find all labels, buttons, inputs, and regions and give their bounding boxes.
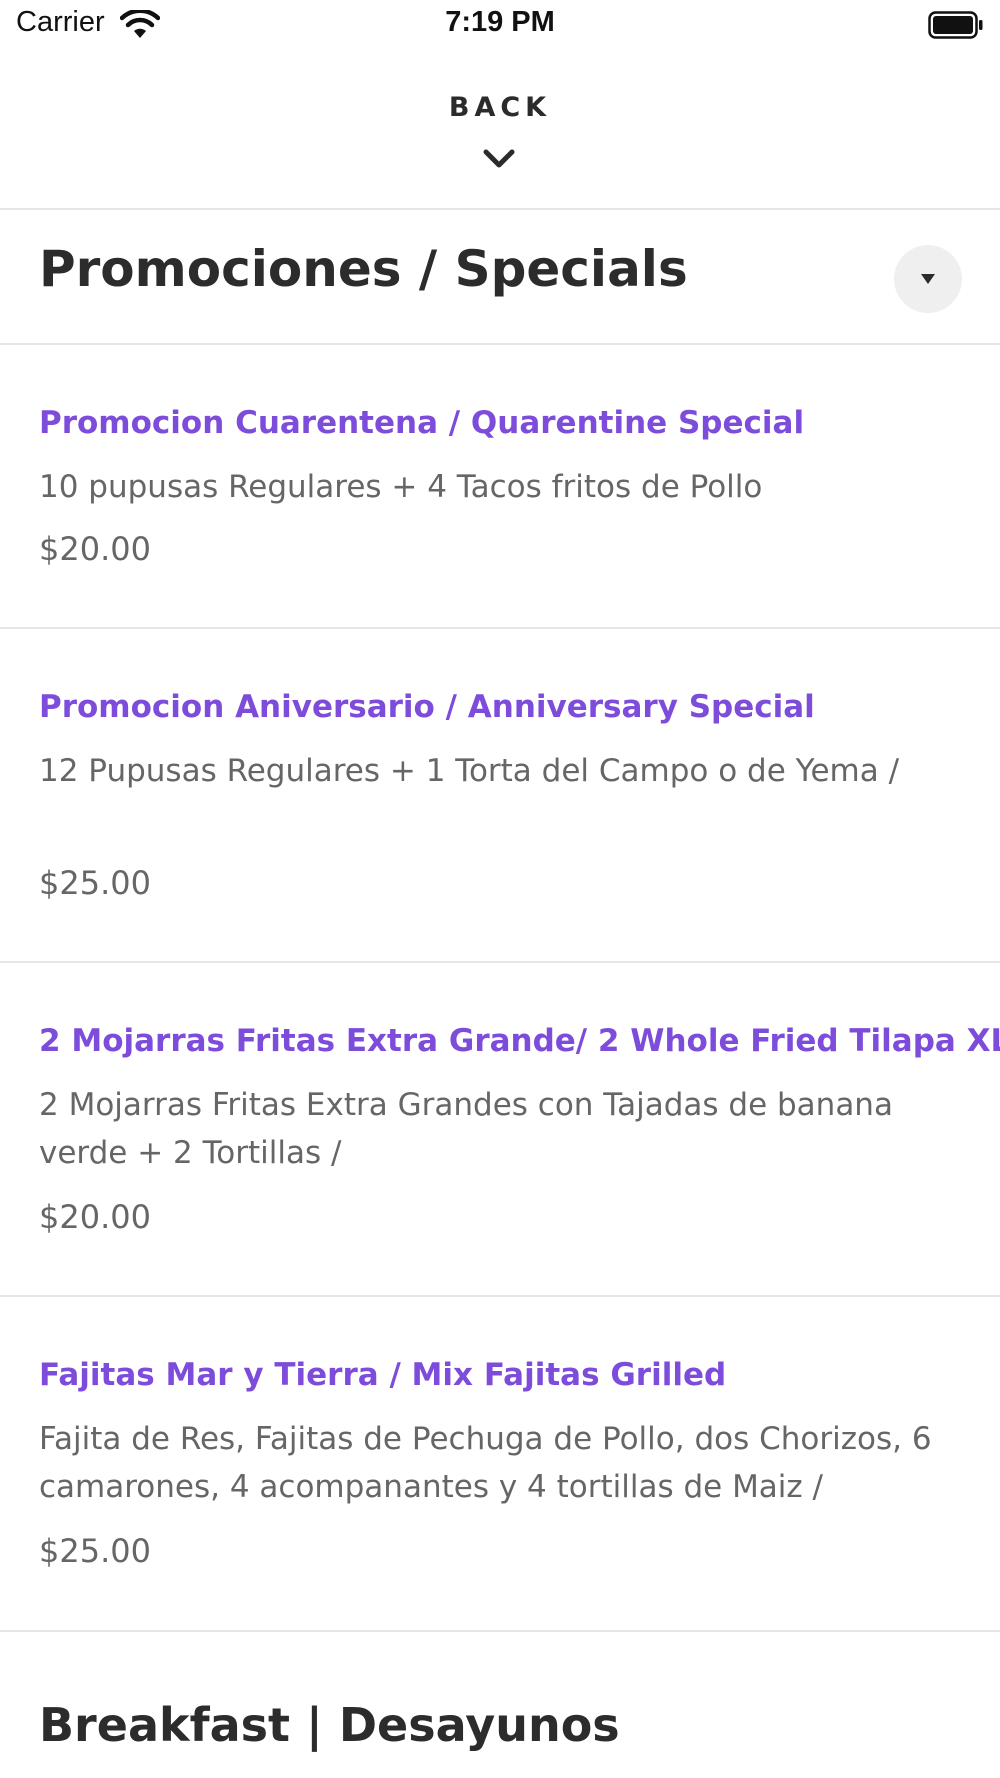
back-button[interactable]: BACK	[0, 60, 1000, 208]
clock-time: 7:19 PM	[445, 6, 555, 38]
menu-item[interactable]: Fajitas Mar y Tierra / Mix Fajitas Grill…	[0, 1297, 1000, 1631]
item-price: $25.00	[39, 1532, 151, 1570]
divider	[0, 1630, 1000, 1632]
status-bar: Carrier 7:19 PM	[0, 0, 1000, 52]
section-header: Promociones / Specials	[0, 210, 1000, 344]
menu-item[interactable]: 2 Mojarras Fritas Extra Grande/ 2 Whole …	[0, 963, 1000, 1295]
section-title: Breakfast | Desayunos	[39, 1698, 620, 1752]
item-description: Fajita de Res, Fajitas de Pechuga de Pol…	[39, 1421, 932, 1505]
item-description: 2 Mojarras Fritas Extra Grandes con Taja…	[39, 1087, 893, 1171]
menu-item[interactable]: Promocion Aniversario / Anniversary Spec…	[0, 629, 1000, 961]
section-title: Promociones / Specials	[39, 240, 688, 298]
battery-icon	[928, 11, 984, 39]
item-description: 12 Pupusas Regulares + 1 Torta del Campo…	[39, 753, 900, 789]
chevron-down-icon	[482, 148, 516, 170]
back-label: BACK	[448, 92, 552, 123]
item-name: Promocion Cuarentena / Quarentine Specia…	[39, 405, 805, 441]
item-name: Fajitas Mar y Tierra / Mix Fajitas Grill…	[39, 1357, 727, 1393]
menu-item[interactable]: Promocion Cuarentena / Quarentine Specia…	[0, 345, 1000, 627]
caret-down-icon	[921, 274, 935, 284]
item-description: 10 pupusas Regulares + 4 Tacos fritos de…	[39, 469, 763, 505]
item-price: $25.00	[39, 864, 151, 902]
section-collapse-button[interactable]	[894, 245, 962, 313]
item-price: $20.00	[39, 530, 151, 568]
item-name: Promocion Aniversario / Anniversary Spec…	[39, 689, 815, 725]
item-price: $20.00	[39, 1198, 151, 1236]
item-name: 2 Mojarras Fritas Extra Grande/ 2 Whole …	[39, 1023, 1000, 1059]
